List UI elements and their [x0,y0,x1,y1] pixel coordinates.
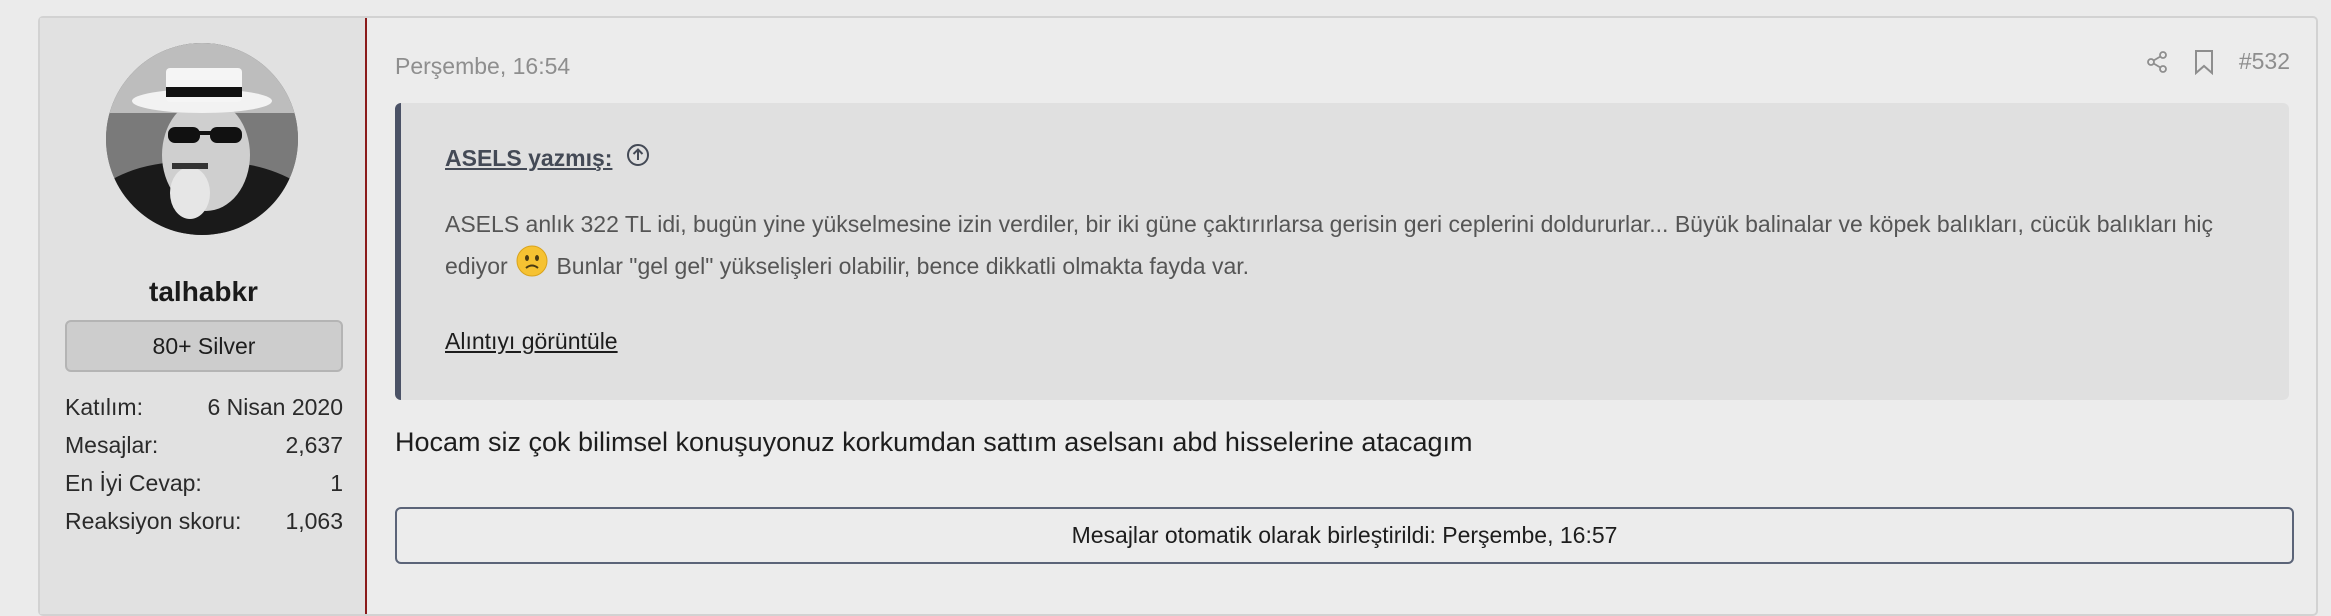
avatar-image [106,43,298,235]
frowning-face-emoji [516,245,548,290]
user-stats: Katılım: 6 Nisan 2020 Mesajlar: 2,637 En… [65,388,343,540]
stat-best-answer: En İyi Cevap: 1 [65,464,343,502]
quote-block: ASELS yazmış: ASELS anlık 322 TL idi, bu… [395,103,2289,400]
user-panel: talhabkr 80+ Silver Katılım: 6 Nisan 202… [40,18,367,614]
forum-post: talhabkr 80+ Silver Katılım: 6 Nisan 202… [38,16,2318,616]
arrow-up-circle-icon[interactable] [626,143,650,173]
avatar[interactable] [106,43,298,235]
stat-value: 1,063 [285,508,343,534]
quote-text: ASELS anlık 322 TL idi, bugün yine yükse… [445,203,2245,290]
quote-text-part: Bunlar "gel gel" yükselişleri olabilir, … [556,253,1250,279]
bookmark-icon[interactable] [2193,49,2215,75]
expand-quote-link[interactable]: Alıntıyı görüntüle [445,328,618,355]
merge-notice: Mesajlar otomatik olarak birleştirildi: … [395,507,2294,564]
stat-label: En İyi Cevap: [65,470,202,496]
stat-messages: Mesajlar: 2,637 [65,426,343,464]
username[interactable]: talhabkr [40,276,367,308]
stat-value: 2,637 [285,432,343,458]
quote-author-link[interactable]: ASELS yazmış: [445,145,612,172]
user-title-badge: 80+ Silver [65,320,343,372]
share-icon[interactable] [2145,50,2169,74]
post-content: Perşembe, 16:54 #532 ASELS yazmış: ASELS… [395,18,2316,614]
post-actions: #532 [2145,48,2290,75]
stat-label: Mesajlar: [65,432,159,458]
message-body: Hocam siz çok bilimsel konuşuyonuz korku… [395,427,1473,457]
stat-reaction-score: Reaksiyon skoru: 1,063 [65,502,343,540]
stat-value: 1 [330,470,343,496]
stat-value: 6 Nisan 2020 [207,394,343,420]
post-date[interactable]: Perşembe, 16:54 [395,53,570,80]
stat-label: Katılım: [65,394,143,420]
post-number-link[interactable]: #532 [2239,48,2290,75]
quote-attribution[interactable]: ASELS yazmış: [445,143,650,173]
stat-label: Reaksiyon skoru: [65,508,242,534]
stat-joined: Katılım: 6 Nisan 2020 [65,388,343,426]
